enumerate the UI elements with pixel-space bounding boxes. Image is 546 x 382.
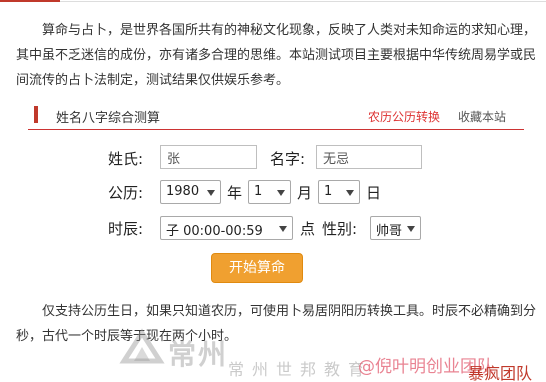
hour-label: 时辰: <box>108 220 144 238</box>
day-unit-label: 日 <box>366 184 382 202</box>
gender-select[interactable]: 帅哥 <box>370 216 421 240</box>
note-paragraph: 仅支持公历生日，如果只知道农历，可使用卜易居阴阳历转换工具。时辰不必精确到分秒，… <box>16 304 537 344</box>
panel-title: 姓名八字综合测算 <box>56 111 161 126</box>
name-input[interactable] <box>316 145 422 169</box>
hour-select[interactable]: 子 00:00-00:59 <box>160 216 293 240</box>
calendar-label: 公历: <box>108 184 144 202</box>
watermark-team-text: 暴疯团队 <box>468 364 533 382</box>
chevron-down-icon <box>346 190 354 196</box>
surname-input[interactable] <box>160 145 257 169</box>
bookmark-site-link[interactable]: 收藏本站 <box>458 108 506 125</box>
lunar-solar-convert-link[interactable]: 农历公历转换 <box>368 108 440 125</box>
top-border <box>0 0 546 5</box>
watermark-sub-text: 常州世邦教育 <box>228 360 373 379</box>
start-fortune-button[interactable]: 开始算命 <box>211 253 303 283</box>
month-select[interactable]: 1 <box>248 180 291 204</box>
year-select[interactable]: 1980 <box>160 180 221 204</box>
chevron-down-icon <box>279 226 287 232</box>
gender-value: 帅哥 <box>376 224 403 239</box>
panel-header-accent-bar <box>34 106 38 123</box>
top-border-line <box>60 1 546 2</box>
year-unit-label: 年 <box>227 184 243 202</box>
chevron-down-icon <box>207 190 215 196</box>
watermark-main-text: 常州 <box>168 338 229 371</box>
intro-paragraph: 算命与占卜，是世界各国所共有的神秘文化现象，反映了人类对未知命运的求知心理，其中… <box>16 23 537 88</box>
chevron-down-icon <box>407 226 415 232</box>
month-unit-label: 月 <box>297 184 313 202</box>
month-value: 1 <box>254 184 263 199</box>
top-border-accent <box>0 0 60 2</box>
hour-value: 子 00:00-00:59 <box>166 224 263 239</box>
year-value: 1980 <box>166 184 200 199</box>
panel-header: 姓名八字综合测算 农历公历转换 收藏本站 <box>28 100 524 130</box>
name-label: 名字: <box>270 150 306 168</box>
hour-unit-label: 点 <box>300 220 316 238</box>
chevron-down-icon <box>277 190 285 196</box>
day-value: 1 <box>324 184 333 199</box>
day-select[interactable]: 1 <box>318 180 360 204</box>
gender-label: 性别: <box>322 220 358 238</box>
surname-label: 姓氏: <box>108 150 144 168</box>
watermark-logo-icon <box>119 328 165 364</box>
